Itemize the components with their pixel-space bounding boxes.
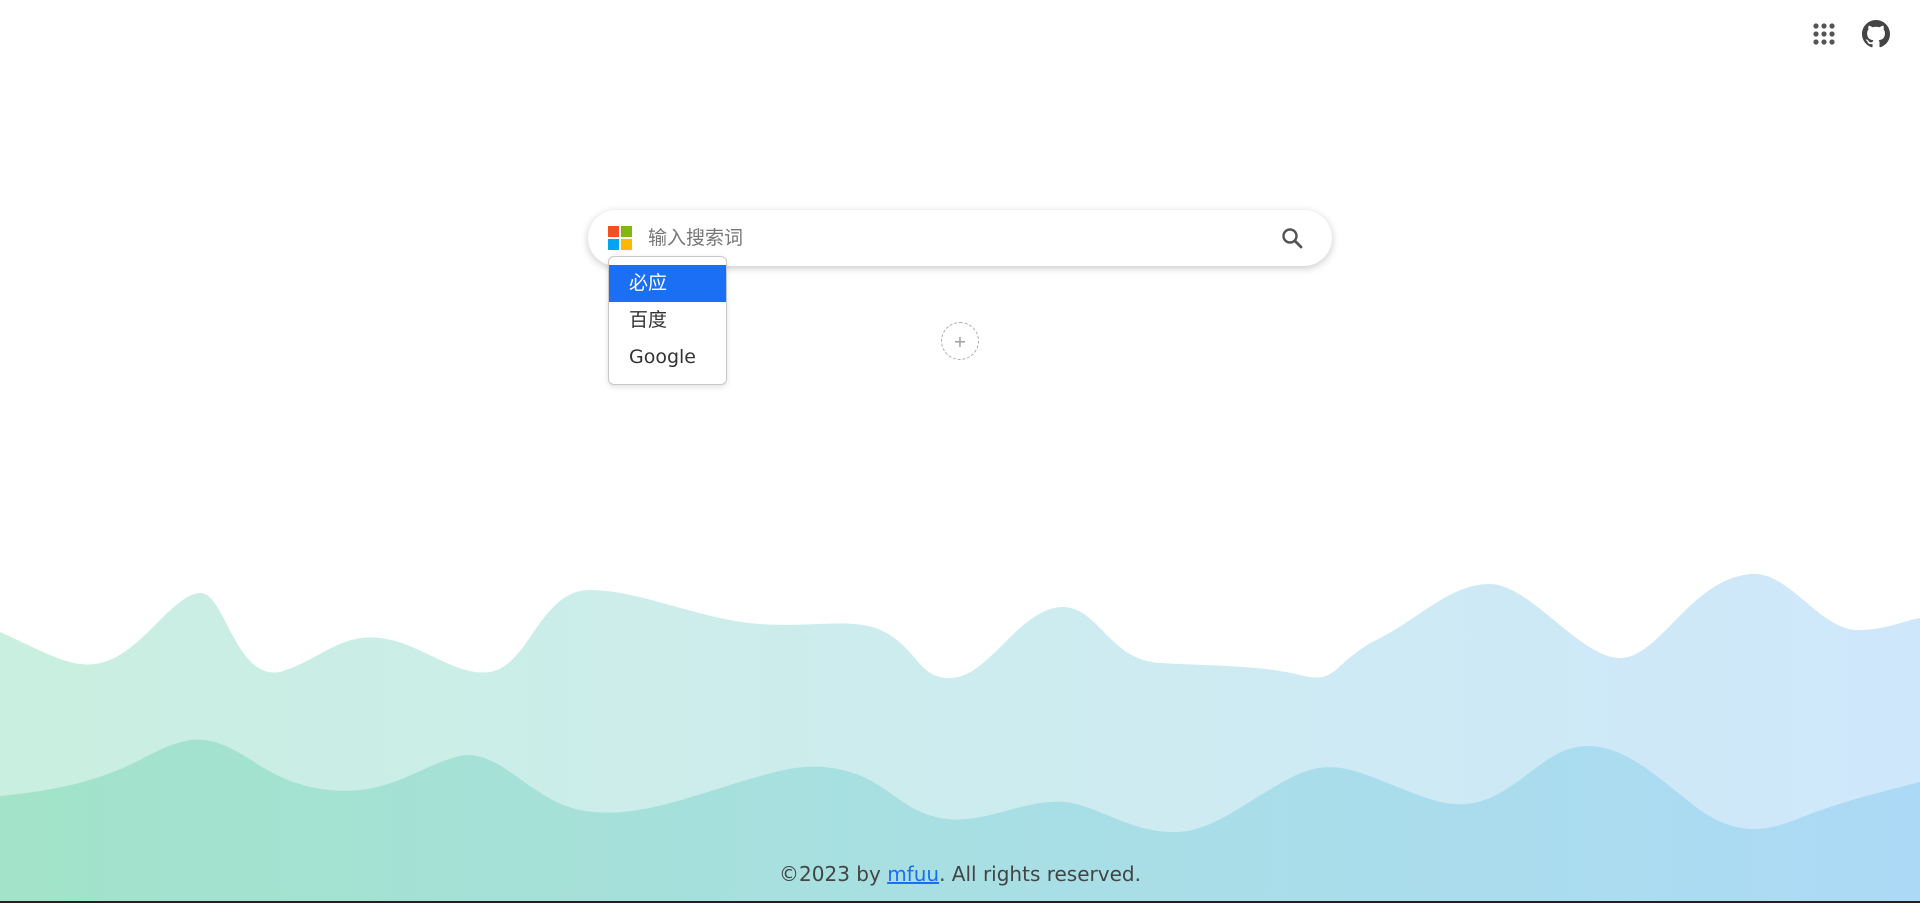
logo-square (608, 226, 619, 237)
engine-option-bing[interactable]: 必应 (609, 265, 726, 302)
logo-square (621, 239, 632, 250)
logo-square (608, 239, 619, 250)
top-icons (1810, 20, 1890, 48)
bing-logo-icon[interactable] (608, 226, 632, 250)
search-button[interactable] (1272, 218, 1312, 258)
footer: ©2023 by mfuu. All rights reserved. (0, 862, 1920, 886)
search-icon (1282, 228, 1303, 249)
engine-dropdown: 必应 百度 Google (608, 256, 727, 385)
footer-copyright: ©2023 by (779, 862, 888, 886)
page: 必应 百度 Google + ©2023 by mfuu. All rights… (0, 0, 1920, 903)
github-icon[interactable] (1862, 20, 1890, 48)
logo-square (621, 226, 632, 237)
author-link[interactable]: mfuu (887, 862, 939, 886)
add-shortcut-button[interactable]: + (941, 322, 979, 360)
engine-option-google[interactable]: Google (609, 339, 726, 376)
wave-background (0, 573, 1920, 903)
apps-grid-icon[interactable] (1810, 20, 1838, 48)
search-input[interactable] (646, 217, 1272, 259)
engine-option-baidu[interactable]: 百度 (609, 302, 726, 339)
footer-rights: . All rights reserved. (939, 862, 1141, 886)
